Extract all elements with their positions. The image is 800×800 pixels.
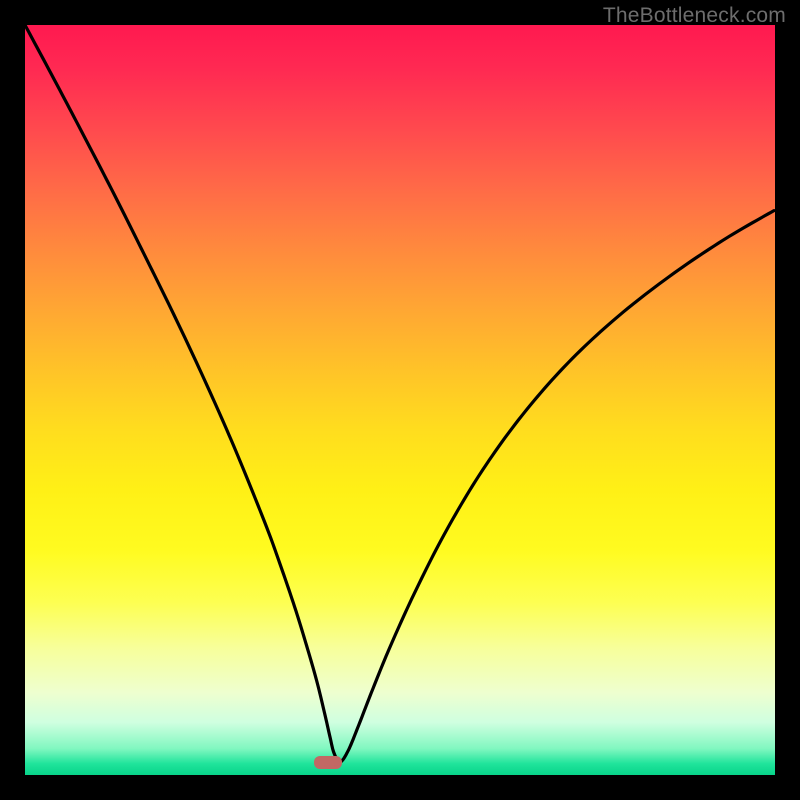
watermark-text: TheBottleneck.com [603,4,786,28]
optimal-marker [314,756,342,769]
bottleneck-curve [25,25,774,762]
plot-area [25,25,775,775]
chart-frame: TheBottleneck.com [0,0,800,800]
curve-layer [25,25,775,775]
